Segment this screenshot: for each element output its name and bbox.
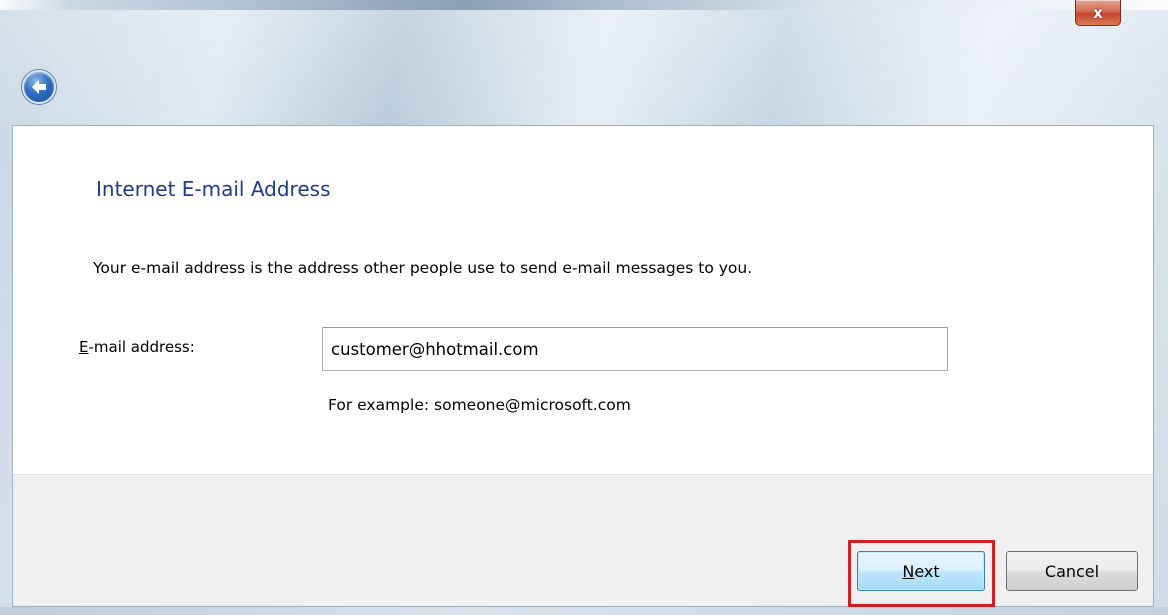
email-address-label: E-mail address: [79,338,195,356]
back-arrow-icon [32,80,46,94]
page-title: Internet E-mail Address [96,177,331,201]
window-top-edge [0,0,1168,10]
back-button[interactable] [22,70,56,104]
page-description: Your e-mail address is the address other… [93,259,753,277]
next-access-key: N [902,561,915,581]
close-button[interactable]: x [1075,0,1121,26]
next-button[interactable]: Next [857,551,985,591]
email-example-hint: For example: someone@microsoft.com [328,396,631,414]
email-address-input[interactable] [322,327,948,371]
next-label: ext [914,561,940,581]
email-label-text: -mail address: [88,338,195,356]
cancel-button[interactable]: Cancel [1006,551,1138,591]
window-bottom-edge [0,607,1168,615]
close-icon: x [1093,3,1103,22]
